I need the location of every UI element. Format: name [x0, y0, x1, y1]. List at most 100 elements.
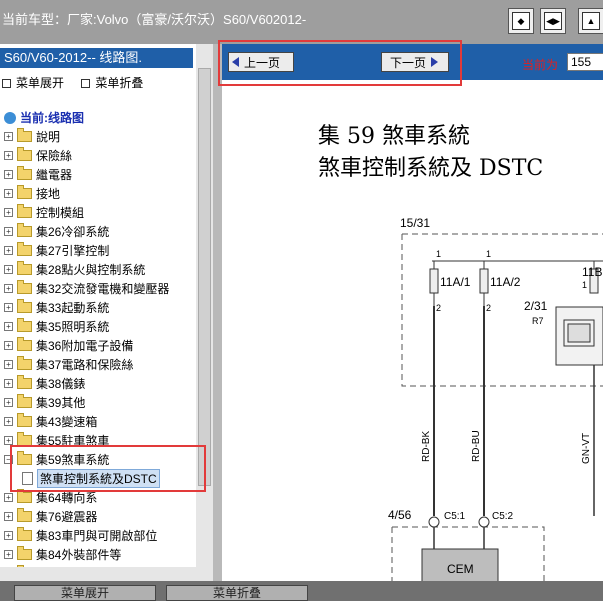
expander-icon[interactable]: + — [4, 208, 13, 217]
folder-icon — [17, 318, 32, 332]
tree-item-label: 集39其他 — [36, 396, 86, 410]
tree-item[interactable]: + 集32交流發電機和變壓器 — [0, 279, 169, 298]
tree-item[interactable]: + 集26冷卻系統 — [0, 222, 109, 241]
sidebar: S60/V60-2012-- 线路图. 菜单展开 菜单折叠 当前:线路图 + 說明… — [0, 44, 213, 581]
tree-item[interactable]: + 集83車門與可開啟部位 — [0, 526, 157, 545]
tree-item[interactable]: + 集33起動系統 — [0, 298, 109, 317]
fit-width-icon: ◀▶ — [544, 12, 562, 30]
expander-icon[interactable]: + — [4, 436, 13, 445]
tree-item[interactable]: + 集35照明系統 — [0, 317, 109, 336]
fit-width-button[interactable]: ◀▶ — [540, 8, 566, 34]
folder-icon — [17, 527, 32, 541]
expander-icon[interactable]: + — [4, 151, 13, 160]
diagram-pin2a: 2 — [436, 303, 441, 313]
wiring-diagram: 15/31 1 1 11A/1 11A/2 11B 1 2 2 2/31 R7 … — [388, 216, 603, 581]
scroll-thumb[interactable] — [198, 68, 211, 486]
expander-icon[interactable]: + — [4, 550, 13, 559]
expander-icon[interactable]: + — [4, 132, 13, 141]
expander-icon[interactable]: + — [4, 398, 13, 407]
folder-icon — [17, 299, 32, 313]
expander-icon[interactable]: + — [4, 189, 13, 198]
tree-item-label: 集27引擎控制 — [36, 244, 110, 258]
expander-icon[interactable]: + — [4, 265, 13, 274]
expander-icon[interactable]: + — [4, 493, 13, 502]
fit-icon: ◆ — [512, 12, 530, 30]
folder-icon — [17, 242, 32, 256]
collapse-all-link[interactable]: 菜单折叠 — [95, 76, 143, 90]
folder-icon — [17, 261, 32, 275]
expander-icon[interactable]: + — [4, 284, 13, 293]
expander-icon[interactable]: + — [4, 246, 13, 255]
globe-icon — [4, 111, 16, 124]
expander-icon[interactable]: + — [4, 227, 13, 236]
tree-item[interactable]: + 集36附加電子設備 — [0, 336, 133, 355]
folder-icon — [17, 489, 32, 503]
tree-item[interactable]: + 集43變速箱 — [0, 412, 97, 431]
tree-item[interactable]: + 集39其他 — [0, 393, 85, 412]
tree-item[interactable]: + 集27引擎控制 — [0, 241, 109, 260]
fullscreen-button[interactable]: ◆ — [508, 8, 534, 34]
diagram-wire3: GN-VT — [581, 433, 592, 464]
bottom-expand-button[interactable]: 菜单展开 — [14, 585, 156, 601]
diagram-ref-1531: 15/31 — [400, 216, 430, 230]
sidebar-horizontal-scrollbar[interactable] — [0, 567, 213, 581]
tree-item[interactable]: + 繼電器 — [0, 165, 72, 184]
folder-icon — [17, 223, 32, 237]
tree-item-label: 集83車門與可開啟部位 — [36, 529, 158, 543]
tree-item[interactable]: + 集28點火與控制系統 — [0, 260, 145, 279]
expander-icon[interactable]: + — [4, 417, 13, 426]
expander-icon[interactable]: + — [4, 341, 13, 350]
folder-icon — [17, 166, 32, 180]
tree-item[interactable]: + 集37電路和保險絲 — [0, 355, 133, 374]
folder-icon — [17, 204, 32, 218]
tree-item[interactable]: + 控制模組 — [0, 203, 84, 222]
tree-item-label: 集33起動系統 — [36, 301, 110, 315]
sidebar-vertical-scrollbar[interactable] — [196, 44, 213, 581]
folder-icon — [17, 280, 32, 294]
folder-icon — [17, 546, 32, 560]
diagram-conn2: C5:2 — [492, 511, 514, 522]
collapse-icon — [81, 79, 91, 89]
diagram-wire2: RD-BU — [471, 430, 482, 462]
tree-item-label: 集43變速箱 — [36, 415, 98, 429]
annotation-tree-highlight — [10, 445, 206, 492]
folder-icon — [17, 508, 32, 522]
tree-item-label: 集37電路和保險絲 — [36, 358, 134, 372]
tree-item-label: 集28點火與控制系統 — [36, 263, 146, 277]
folder-icon — [17, 128, 32, 142]
panel-splitter[interactable] — [213, 44, 222, 581]
diagram-pin1c: 1 — [582, 280, 587, 290]
tree-item[interactable]: + 說明 — [0, 127, 60, 146]
tree-root[interactable]: 当前:线路图 — [0, 108, 84, 127]
tree-item-label: 說明 — [36, 130, 61, 144]
diagram-relay-id: R7 — [532, 316, 544, 326]
expander-icon[interactable]: + — [4, 360, 13, 369]
expander-icon[interactable]: + — [4, 531, 13, 540]
fit-height-button[interactable]: ▲ — [578, 8, 603, 34]
folder-icon — [17, 337, 32, 351]
tree-item[interactable]: + 集38儀錶 — [0, 374, 85, 393]
expander-icon[interactable]: + — [4, 303, 13, 312]
vehicle-title: 当前车型：厂家:Volvo（富豪/沃尔沃）S60/V602012- — [2, 12, 307, 27]
diagram-pin1b: 1 — [486, 249, 491, 259]
expander-icon[interactable]: + — [4, 322, 13, 331]
tree-item[interactable]: + 集84外裝部件等 — [0, 545, 121, 564]
expand-icon — [2, 79, 11, 89]
expand-all-link[interactable]: 菜单展开 — [16, 76, 64, 90]
tree-item-label: 接地 — [36, 187, 61, 201]
folder-icon — [17, 356, 32, 370]
tree-item[interactable]: + 接地 — [0, 184, 60, 203]
diagram-pin2b: 2 — [486, 303, 491, 313]
diagram-fuse-a2: 11A/2 — [490, 275, 521, 289]
tree-item[interactable]: + 集76避震器 — [0, 507, 97, 526]
expander-icon[interactable]: + — [4, 379, 13, 388]
tree-item[interactable]: + 保險絲 — [0, 146, 72, 165]
fit-height-icon: ▲ — [582, 12, 600, 30]
expander-icon[interactable]: + — [4, 512, 13, 521]
diagram-wire1: RD-BK — [421, 431, 432, 462]
expander-icon[interactable]: + — [4, 170, 13, 179]
folder-icon — [17, 185, 32, 199]
annotation-nav-highlight — [218, 40, 462, 86]
title-bar: 当前车型：厂家:Volvo（富豪/沃尔沃）S60/V602012- ◆ ◀▶ ▲ — [0, 0, 603, 44]
bottom-collapse-button[interactable]: 菜单折叠 — [166, 585, 308, 601]
